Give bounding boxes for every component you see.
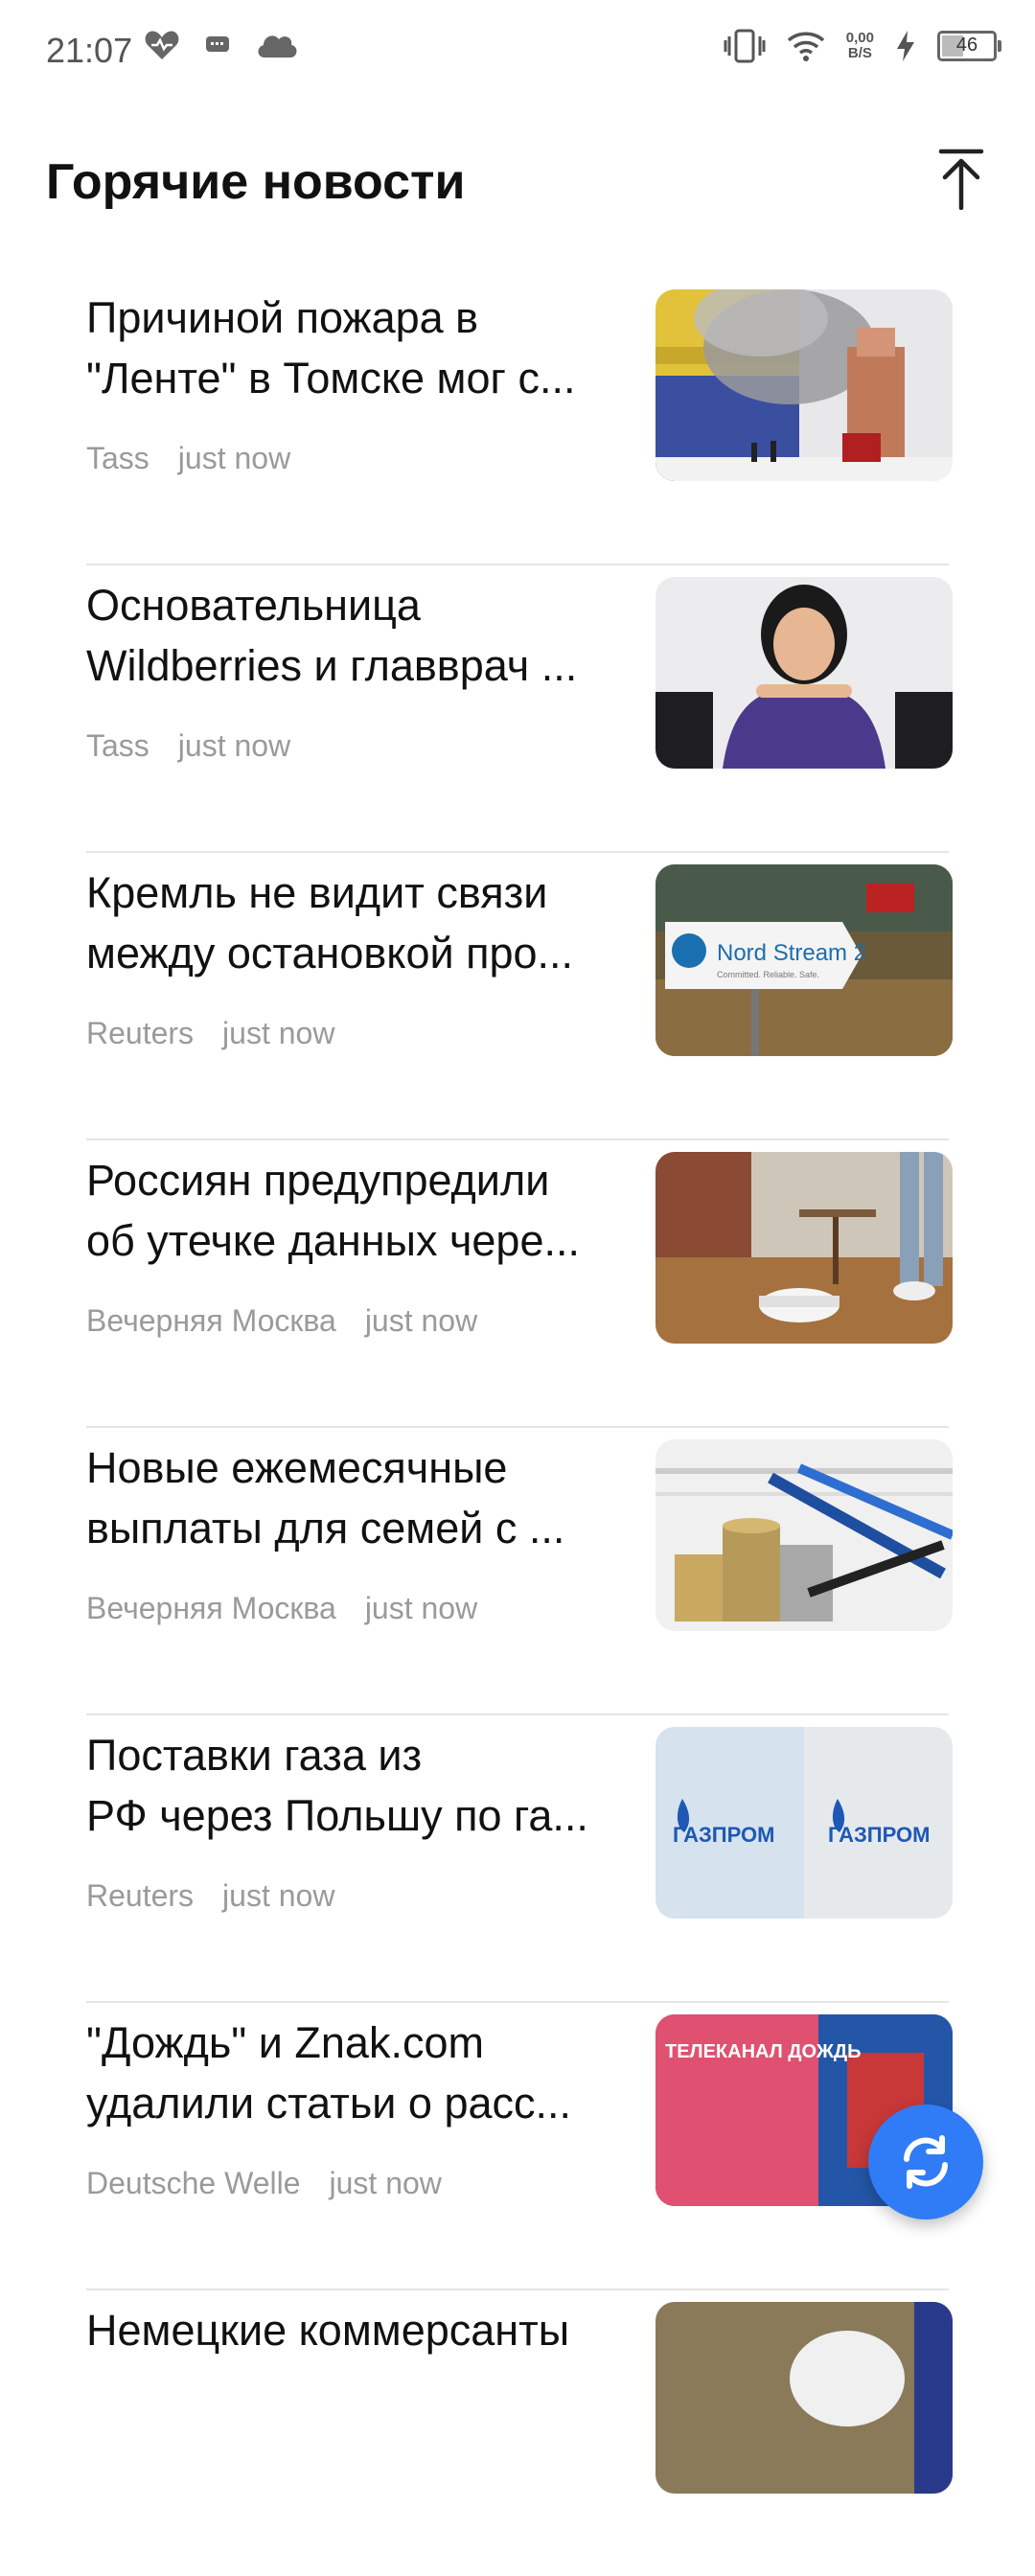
news-time: just now: [222, 1016, 335, 1050]
refresh-icon: [904, 2135, 948, 2189]
wifi-icon: [787, 32, 824, 61]
nord-stream-sign-text: Nord Stream 2: [717, 940, 866, 966]
news-headline: Россиян предупредили об утечке данных че…: [86, 1150, 623, 1271]
news-meta: Вечерняя Москва just now: [86, 1303, 477, 1339]
news-source: Tass: [86, 728, 150, 763]
headline-line-2: выплаты для семей с ...: [86, 1504, 565, 1552]
heart-icon: [145, 31, 179, 59]
cloud-icon: [258, 35, 297, 58]
news-meta: Tass just now: [86, 728, 290, 764]
store-fire-photo: [656, 289, 953, 481]
headline-line-1: Кремль не видит связи: [86, 868, 548, 917]
network-speed: 0,00 B/S: [846, 31, 874, 61]
news-time: just now: [329, 2166, 442, 2200]
woman-portrait-photo: [656, 577, 953, 769]
battery-percent: 46: [955, 34, 978, 56]
news-thumbnail: [656, 2302, 953, 2494]
news-time: just now: [177, 441, 291, 475]
news-headline: Новые ежемесячные выплаты для семей с ..…: [86, 1438, 623, 1558]
gazprom-logo-text-2: ГАЗПРОМ: [828, 1823, 930, 1847]
hands-photo: [656, 2302, 953, 2494]
news-item[interactable]: "Дождь" и Znak.com удалили статьи о расс…: [86, 2003, 953, 2290]
battery-icon: 46: [937, 31, 1001, 61]
dozhd-sign-text: ТЕЛЕКАНАЛ ДОЖДЬ: [665, 2041, 862, 2062]
headline-line-2: Wildberries и главврач ...: [86, 641, 578, 690]
news-source: Reuters: [86, 1878, 195, 1913]
header: Горячие новости: [0, 134, 1035, 230]
news-source: Tass: [86, 441, 150, 475]
gazprom-logo-photo: ГАЗПРОМ ГАЗПРОМ: [656, 1727, 953, 1919]
news-item[interactable]: Немецкие коммерсанты: [86, 2290, 953, 2576]
refresh-button[interactable]: [868, 2104, 983, 2220]
headline-line-1: Россиян предупредили: [86, 1156, 550, 1205]
headline-line-1: Поставки газа из: [86, 1731, 423, 1780]
news-item[interactable]: Поставки газа из РФ через Польшу по га..…: [86, 1715, 953, 2003]
news-item[interactable]: Причиной пожара в "Ленте" в Томске мог с…: [86, 278, 953, 565]
news-thumbnail: [656, 1439, 953, 1631]
arrow-up-to-top-icon: [938, 149, 984, 210]
nord-stream-sign-photo: Nord Stream 2 Committed. Reliable. Safe.: [656, 864, 953, 1056]
speed-value: 0,00: [845, 30, 874, 46]
headline-line-2: РФ через Польшу по га...: [86, 1791, 588, 1840]
gazprom-logo-text-1: ГАЗПРОМ: [673, 1823, 774, 1847]
news-meta: Вечерняя Москва just now: [86, 1591, 477, 1626]
news-headline: "Дождь" и Znak.com удалили статьи о расс…: [86, 2012, 623, 2133]
news-source: Вечерняя Москва: [86, 1591, 336, 1625]
headline-line-1: Новые ежемесячные: [86, 1443, 508, 1492]
vibrate-icon: [724, 29, 766, 63]
news-thumbnail: [656, 1152, 953, 1344]
headline-line-2: удалили статьи о расс...: [86, 2079, 572, 2128]
nord-stream-sign-subtext: Committed. Reliable. Safe.: [717, 970, 819, 979]
news-time: just now: [364, 1303, 478, 1338]
headline-line-1: Основательница: [86, 581, 421, 630]
news-headline: Причиной пожара в "Ленте" в Томске мог с…: [86, 288, 623, 408]
status-bar: 21:07 0,00 B/S 46: [0, 0, 1035, 105]
headline-line-2: об утечке данных чере...: [86, 1216, 580, 1265]
headline-line-1: Немецкие коммерсанты: [86, 2306, 570, 2355]
status-right-icons: 0,00 B/S 46: [724, 29, 1001, 63]
news-item[interactable]: Основательница Wildberries и главврач ..…: [86, 565, 953, 853]
news-thumbnail: [656, 289, 953, 481]
scroll-to-top-button[interactable]: [926, 144, 997, 215]
charging-icon: [897, 31, 914, 61]
news-thumbnail: ГАЗПРОМ ГАЗПРОМ: [656, 1727, 953, 1919]
news-list: Причиной пожара в "Ленте" в Томске мог с…: [0, 278, 1035, 2576]
news-headline: Поставки газа из РФ через Польшу по га..…: [86, 1725, 623, 1846]
news-time: just now: [222, 1878, 335, 1913]
status-time: 21:07: [46, 31, 133, 70]
news-headline: Кремль не видит связи между остановкой п…: [86, 862, 623, 983]
news-meta: Deutsche Welle just now: [86, 2166, 442, 2201]
news-item[interactable]: Кремль не видит связи между остановкой п…: [86, 853, 953, 1140]
headline-line-2: "Ленте" в Томске мог с...: [86, 354, 576, 402]
news-headline: Немецкие коммерсанты: [86, 2300, 623, 2360]
coins-pens-photo: [656, 1439, 953, 1631]
message-icon: [206, 36, 229, 52]
news-time: just now: [364, 1591, 478, 1625]
robot-vacuum-photo: [656, 1152, 953, 1344]
speed-unit: B/S: [847, 45, 872, 61]
headline-line-1: "Дождь" и Znak.com: [86, 2018, 484, 2067]
news-source: Reuters: [86, 1016, 195, 1050]
headline-line-2: между остановкой про...: [86, 929, 574, 978]
news-meta: Reuters just now: [86, 1016, 334, 1051]
news-meta: Tass just now: [86, 441, 290, 476]
news-item[interactable]: Новые ежемесячные выплаты для семей с ..…: [86, 1428, 953, 1715]
news-source: Вечерняя Москва: [86, 1303, 336, 1338]
news-meta: Reuters just now: [86, 1878, 334, 1914]
news-time: just now: [177, 728, 291, 763]
status-left-icons: [144, 29, 299, 61]
news-source: Deutsche Welle: [86, 2166, 301, 2200]
news-thumbnail: [656, 577, 953, 769]
page-title: Горячие новости: [46, 154, 466, 210]
news-headline: Основательница Wildberries и главврач ..…: [86, 575, 623, 696]
news-item[interactable]: Россиян предупредили об утечке данных че…: [86, 1140, 953, 1428]
news-thumbnail: Nord Stream 2 Committed. Reliable. Safe.: [656, 864, 953, 1056]
headline-line-1: Причиной пожара в: [86, 293, 479, 342]
